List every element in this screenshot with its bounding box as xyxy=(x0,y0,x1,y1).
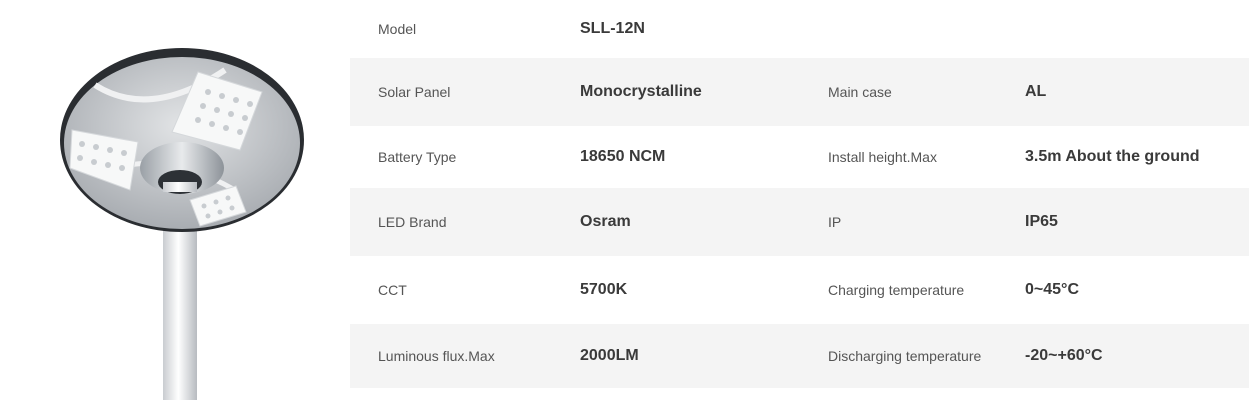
spec-label: Charging temperature xyxy=(828,282,965,298)
spec-label: Model xyxy=(378,21,417,37)
spec-label: Battery Type xyxy=(378,149,457,165)
spec-row-led-brand: LED Brand Osram IP IP65 xyxy=(350,188,1249,256)
spec-value: 0~45°C xyxy=(1025,281,1079,298)
solar-street-light-illustration xyxy=(0,0,360,400)
spec-row-cct: CCT 5700K Charging temperature 0~45°C xyxy=(350,256,1249,324)
spec-label: IP xyxy=(828,214,842,230)
spec-value: 3.5m About the ground xyxy=(1025,148,1200,165)
spec-value: AL xyxy=(1025,83,1047,100)
spec-label: Discharging temperature xyxy=(828,348,982,364)
spec-label: CCT xyxy=(378,282,407,298)
spec-label: LED Brand xyxy=(378,214,447,230)
spec-value: Osram xyxy=(580,213,631,230)
spec-value: 18650 NCM xyxy=(580,148,666,165)
product-image xyxy=(0,0,360,400)
spec-value: IP65 xyxy=(1025,213,1058,230)
spec-label: Solar Panel xyxy=(378,84,451,100)
specifications-table: Model SLL-12N Solar Panel Monocrystallin… xyxy=(350,0,1249,400)
spec-row-model: Model SLL-12N xyxy=(350,0,1249,58)
spec-value: 5700K xyxy=(580,281,628,298)
spec-value: -20~+60°C xyxy=(1025,347,1103,364)
spec-label: Luminous flux.Max xyxy=(378,348,495,364)
spec-value: 2000LM xyxy=(580,347,639,364)
spec-row-battery: Battery Type 18650 NCM Install height.Ma… xyxy=(350,126,1249,188)
spec-label: Main case xyxy=(828,84,892,100)
spec-value: SLL-12N xyxy=(580,20,645,37)
spec-row-luminous-flux: Luminous flux.Max 2000LM Discharging tem… xyxy=(350,324,1249,388)
spec-value: Monocrystalline xyxy=(580,83,702,100)
spec-row-solar-panel: Solar Panel Monocrystalline Main case AL xyxy=(350,58,1249,126)
spec-label: Install height.Max xyxy=(828,149,937,165)
